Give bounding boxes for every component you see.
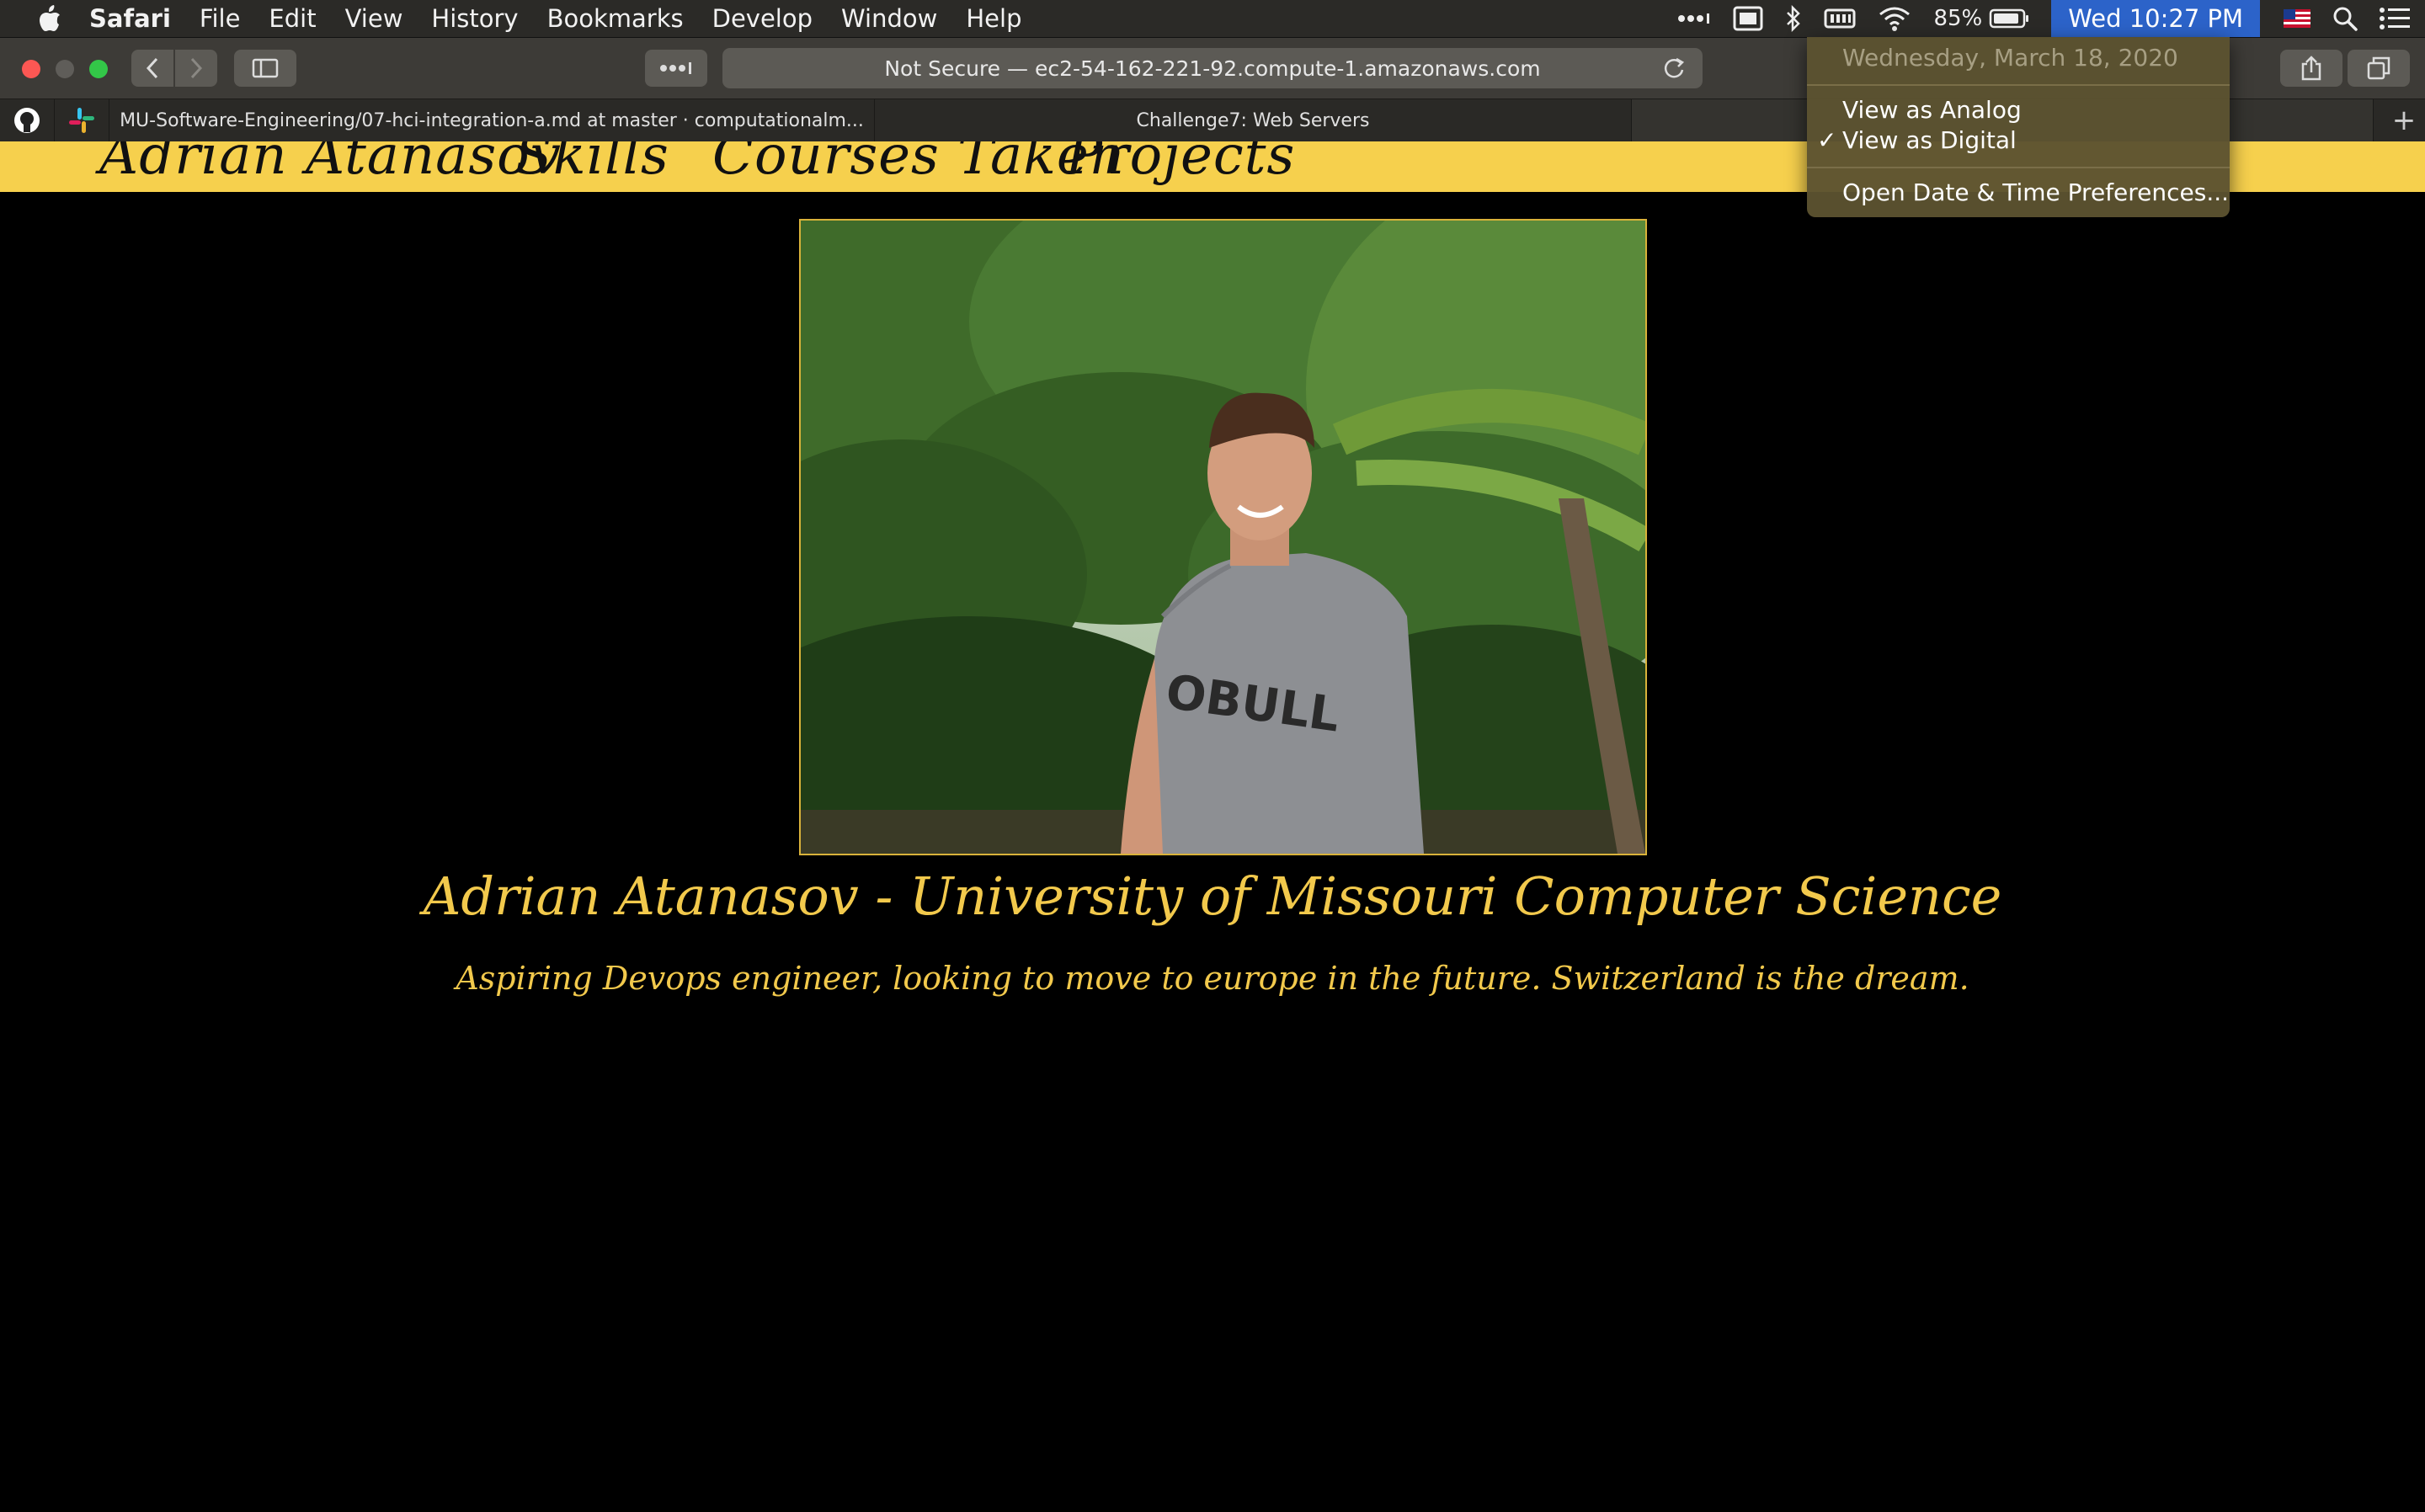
clock-dropdown-menu: Wednesday, March 18, 2020 View as Analog… — [1807, 37, 2230, 217]
site-title: Adrian Atanasov - University of Missouri… — [423, 865, 2002, 927]
address-bar[interactable]: Not Secure — ec2-54-162-221-92.compute-1… — [722, 48, 1703, 88]
bluetooth-icon[interactable] — [1785, 0, 1802, 37]
apple-icon[interactable] — [30, 0, 69, 37]
clock-menu-extra[interactable]: Wed 10:27 PM — [2051, 0, 2260, 37]
current-date-label: Wednesday, March 18, 2020 — [1842, 44, 2178, 72]
view-as-digital-item[interactable]: View as Digital — [1842, 126, 2017, 154]
tab-github-readme[interactable]: MU-Software-Engineering/07-hci-integrati… — [109, 99, 875, 141]
tab-overview-icon — [2367, 56, 2390, 80]
slack-icon — [69, 108, 94, 133]
battery-icon[interactable] — [1989, 0, 2029, 37]
tab-challenge7[interactable]: Challenge7: Web Servers — [875, 99, 1632, 141]
share-icon — [2301, 56, 2321, 81]
menu-window[interactable]: Window — [841, 4, 937, 33]
menu-edit[interactable]: Edit — [269, 4, 316, 33]
more-dots-icon — [660, 62, 691, 74]
extensions-button[interactable] — [645, 50, 707, 87]
menu-develop[interactable]: Develop — [712, 4, 813, 33]
share-button[interactable] — [2280, 50, 2342, 87]
chevron-left-icon — [146, 57, 158, 79]
slack-pinned-tab[interactable] — [55, 99, 109, 141]
sidebar-button[interactable] — [234, 50, 296, 87]
menu-bookmarks[interactable]: Bookmarks — [547, 4, 684, 33]
view-as-analog-item[interactable]: View as Analog — [1842, 96, 2022, 124]
menu-separator — [1807, 167, 2230, 168]
forward-button[interactable] — [175, 50, 217, 87]
tab-title: MU-Software-Engineering/07-hci-integrati… — [120, 109, 864, 131]
github-icon — [14, 108, 40, 133]
input-source-flag-icon[interactable] — [2284, 0, 2310, 37]
wifi-icon[interactable] — [1878, 0, 1911, 37]
menu-help[interactable]: Help — [966, 4, 1021, 33]
sidebar-icon — [252, 58, 279, 78]
display-icon[interactable] — [1733, 0, 1763, 37]
nav-home-link[interactable]: Adrian Atanasov — [99, 141, 562, 187]
spotlight-search-icon[interactable] — [2332, 0, 2358, 37]
nav-skills-link[interactable]: Skills — [515, 141, 669, 187]
new-tab-button[interactable]: + — [2383, 99, 2425, 141]
back-button[interactable] — [131, 50, 173, 87]
battery-percent: 85% — [1933, 6, 1983, 31]
nav-courses-link[interactable]: Courses Taken — [712, 141, 1125, 187]
nav-projects-link[interactable]: Projects — [1066, 141, 1295, 187]
profile-photo: OBULL — [799, 219, 1647, 855]
address-text: Not Secure — ec2-54-162-221-92.compute-1… — [884, 56, 1541, 81]
menu-safari[interactable]: Safari — [89, 4, 171, 33]
more-dots-icon[interactable] — [1677, 0, 1711, 37]
menu-separator — [1807, 84, 2230, 86]
notification-center-icon[interactable] — [2380, 0, 2410, 37]
menu-history[interactable]: History — [431, 4, 518, 33]
menu-file[interactable]: File — [200, 4, 241, 33]
site-subtitle: Aspiring Devops engineer, looking to mov… — [456, 960, 1969, 997]
tab-title: Challenge7: Web Servers — [1136, 109, 1370, 131]
reload-icon[interactable] — [1662, 56, 1686, 80]
minimize-window-button[interactable] — [56, 60, 74, 78]
status-area: 85% Wed 10:27 PM — [1677, 0, 2425, 37]
github-pinned-tab[interactable] — [0, 99, 55, 141]
menu-bar: Safari File Edit View History Bookmarks … — [0, 0, 2425, 38]
memory-icon[interactable] — [1824, 0, 1856, 37]
tab-overview-button[interactable] — [2348, 50, 2410, 87]
chevron-right-icon — [190, 57, 203, 79]
menu-view[interactable]: View — [345, 4, 403, 33]
date-time-preferences-item[interactable]: Open Date & Time Preferences... — [1842, 178, 2229, 206]
checkmark-icon: ✓ — [1817, 126, 1837, 154]
zoom-window-button[interactable] — [89, 60, 108, 78]
close-window-button[interactable] — [22, 60, 40, 78]
